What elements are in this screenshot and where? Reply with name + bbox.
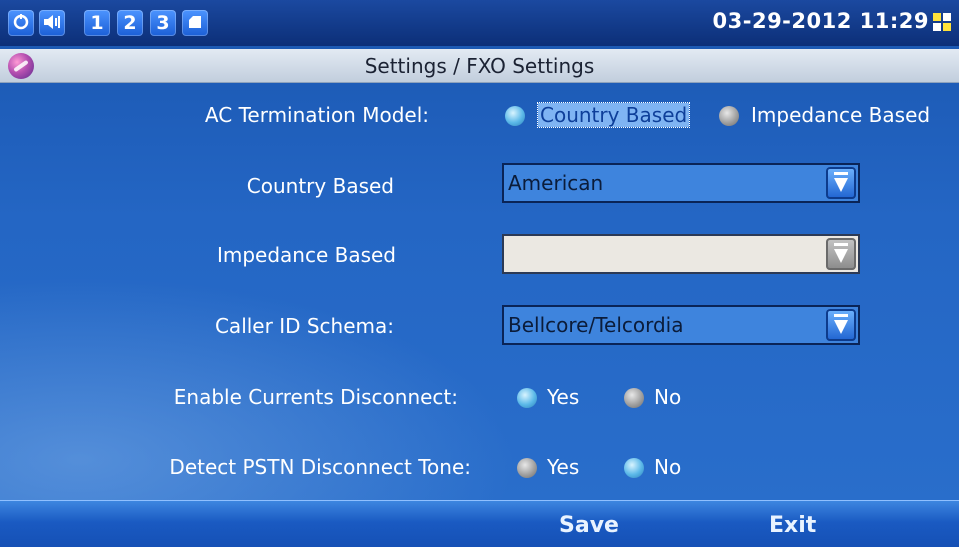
caller-id-value: Bellcore/Telcordia: [508, 313, 684, 337]
datetime-display: 03-29-2012 11:29: [712, 9, 929, 33]
country-based-select[interactable]: American: [502, 163, 860, 203]
pstn-tone-yes-label[interactable]: Yes: [547, 455, 579, 479]
caller-id-label: Caller ID Schema:: [214, 314, 394, 338]
phone-screen: 1 2 3 03-29-2012 11:29 Settings / FXO Se…: [0, 0, 959, 547]
ac-country-based-option[interactable]: Country Based: [536, 102, 691, 128]
corner-status-icon: [933, 13, 953, 33]
impedance-based-label: Impedance Based: [216, 243, 396, 267]
status-bar: 1 2 3 03-29-2012 11:29: [0, 0, 959, 46]
pstn-tone-no-radio[interactable]: [624, 458, 644, 478]
line-2-icon: 2: [117, 10, 143, 36]
line-3-icon: 3: [150, 10, 176, 36]
save-button[interactable]: Save: [559, 513, 619, 538]
caller-id-select[interactable]: Bellcore/Telcordia: [502, 305, 860, 345]
currents-disconnect-no-label[interactable]: No: [654, 385, 681, 409]
ac-termination-label: AC Termination Model:: [204, 103, 429, 127]
page-title: Settings / FXO Settings: [364, 54, 595, 78]
pstn-tone-no-label[interactable]: No: [654, 455, 681, 479]
pstn-tone-yes-radio[interactable]: [517, 458, 537, 478]
currents-disconnect-label: Enable Currents Disconnect:: [173, 385, 458, 409]
softkey-bar: Save Exit: [0, 500, 959, 547]
line-1-icon: 1: [84, 10, 110, 36]
currents-disconnect-yes-label[interactable]: Yes: [547, 385, 579, 409]
exit-button[interactable]: Exit: [769, 513, 816, 538]
title-bar: Settings / FXO Settings: [0, 49, 959, 83]
chevron-down-icon[interactable]: [826, 309, 856, 341]
network-icon: [8, 10, 34, 36]
currents-disconnect-no-radio[interactable]: [624, 388, 644, 408]
country-based-value: American: [508, 171, 604, 195]
volume-icon: [39, 10, 65, 36]
ac-impedance-based-option[interactable]: Impedance Based: [751, 103, 930, 127]
country-based-label: Country Based: [246, 174, 394, 198]
chevron-down-icon[interactable]: [826, 167, 856, 199]
chevron-down-icon: [826, 238, 856, 270]
impedance-based-select: [502, 234, 860, 274]
ac-country-based-radio[interactable]: [505, 106, 525, 126]
sd-card-icon: [182, 10, 208, 36]
pstn-tone-label: Detect PSTN Disconnect Tone:: [169, 455, 471, 479]
currents-disconnect-yes-radio[interactable]: [517, 388, 537, 408]
ac-impedance-based-radio[interactable]: [719, 106, 739, 126]
